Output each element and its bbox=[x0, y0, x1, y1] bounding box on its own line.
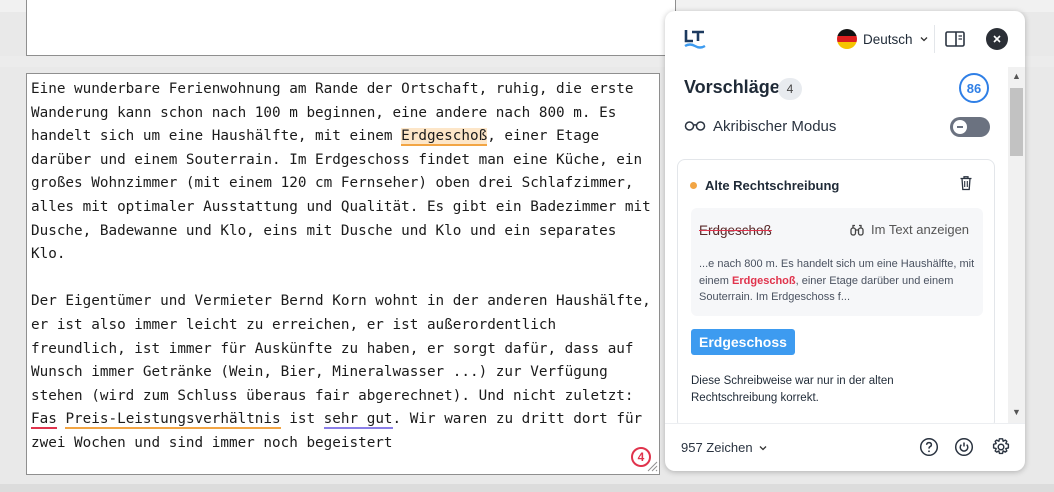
character-count: 957 Zeichen bbox=[681, 440, 753, 455]
page-bottom-band bbox=[0, 484, 1054, 492]
character-count-selector[interactable]: 957 Zeichen bbox=[681, 440, 768, 455]
gear-icon[interactable] bbox=[991, 437, 1011, 457]
picky-mode-label: Akribischer Modus bbox=[713, 117, 837, 135]
chevron-down-icon bbox=[759, 445, 767, 450]
error-sehr-gut[interactable]: sehr gut bbox=[323, 411, 393, 430]
text-run: , einer Etage darüber und einem Souterra… bbox=[31, 128, 651, 263]
error-preis-leistungsverhaeltnis[interactable]: Preis-Leistungsverhältnis bbox=[65, 411, 281, 430]
text-run: ist bbox=[280, 411, 324, 428]
suggestions-scroll-area[interactable]: Vorschläge 4 86 Akribischer Modus Alte R… bbox=[665, 67, 1009, 423]
languagetool-logo-icon bbox=[684, 30, 706, 49]
scroll-down-icon[interactable]: ▼ bbox=[1012, 407, 1021, 417]
text-score[interactable]: 86 bbox=[959, 73, 989, 103]
suggestion-context-box: Erdgeschoß Im Text anzeigen ...e nach 80… bbox=[691, 208, 983, 316]
trash-icon[interactable] bbox=[959, 175, 973, 191]
editor-paragraph-1: Eine wunderbare Ferienwohnung am Rande d… bbox=[31, 78, 655, 267]
suggestions-count-badge: 4 bbox=[778, 78, 802, 100]
panel-header: Deutsch bbox=[665, 11, 1025, 67]
language-label: Deutsch bbox=[863, 31, 913, 47]
binoculars-icon bbox=[850, 224, 864, 236]
top-textarea[interactable] bbox=[26, 0, 676, 56]
help-icon[interactable] bbox=[919, 437, 939, 457]
suggestion-category: Alte Rechtschreibung bbox=[690, 178, 839, 193]
show-in-text-label: Im Text anzeigen bbox=[871, 222, 970, 237]
picky-mode-row: Akribischer Modus bbox=[684, 111, 990, 141]
toggle-knob bbox=[953, 120, 967, 134]
show-in-text-button[interactable]: Im Text anzeigen bbox=[850, 222, 969, 237]
suggestion-context-text: ...e nach 800 m. Es handelt sich um eine… bbox=[699, 256, 979, 306]
close-icon bbox=[993, 35, 1001, 43]
scroll-up-icon[interactable]: ▲ bbox=[1012, 71, 1021, 81]
panel-footer: 957 Zeichen bbox=[665, 423, 1025, 471]
text-editor[interactable]: Eine wunderbare Ferienwohnung am Rande d… bbox=[26, 73, 660, 475]
suggestions-title: Vorschläge bbox=[684, 77, 780, 97]
german-flag-icon bbox=[837, 29, 857, 49]
panel-scrollbar[interactable]: ▲ ▼ bbox=[1008, 67, 1025, 423]
picky-mode-toggle[interactable] bbox=[950, 117, 990, 137]
close-button[interactable] bbox=[986, 28, 1008, 50]
text-run: Der Eigentümer und Vermieter Bernd Korn … bbox=[31, 293, 651, 404]
chevron-down-icon bbox=[920, 37, 927, 42]
suggestion-card[interactable]: Alte Rechtschreibung Erdgeschoß Im Text … bbox=[677, 159, 995, 423]
replacement-button[interactable]: Erdgeschoss bbox=[691, 329, 795, 355]
editor-paragraph-2: Der Eigentümer und Vermieter Bernd Korn … bbox=[31, 290, 655, 455]
languagetool-panel: Deutsch Vorschläge 4 86 Akribischer Modu… bbox=[665, 11, 1025, 471]
scrollbar-thumb[interactable] bbox=[1010, 88, 1023, 156]
suggestion-explanation: Diese Schreibweise war nur in der alten … bbox=[691, 375, 894, 404]
glasses-icon bbox=[684, 121, 706, 131]
context-highlight: Erdgeschoß bbox=[732, 274, 796, 287]
resize-grip-icon[interactable] bbox=[646, 460, 658, 472]
header-divider bbox=[934, 25, 935, 53]
error-fas[interactable]: Fas bbox=[31, 411, 57, 430]
category-dot-icon bbox=[690, 182, 697, 189]
language-selector[interactable]: Deutsch bbox=[837, 29, 929, 49]
power-icon[interactable] bbox=[954, 437, 974, 457]
wrong-word: Erdgeschoß bbox=[699, 223, 772, 238]
category-label: Alte Rechtschreibung bbox=[705, 178, 840, 193]
sidebar-toggle-icon[interactable] bbox=[943, 29, 967, 49]
error-erdgeschoss[interactable]: Erdgeschoß bbox=[401, 128, 488, 147]
